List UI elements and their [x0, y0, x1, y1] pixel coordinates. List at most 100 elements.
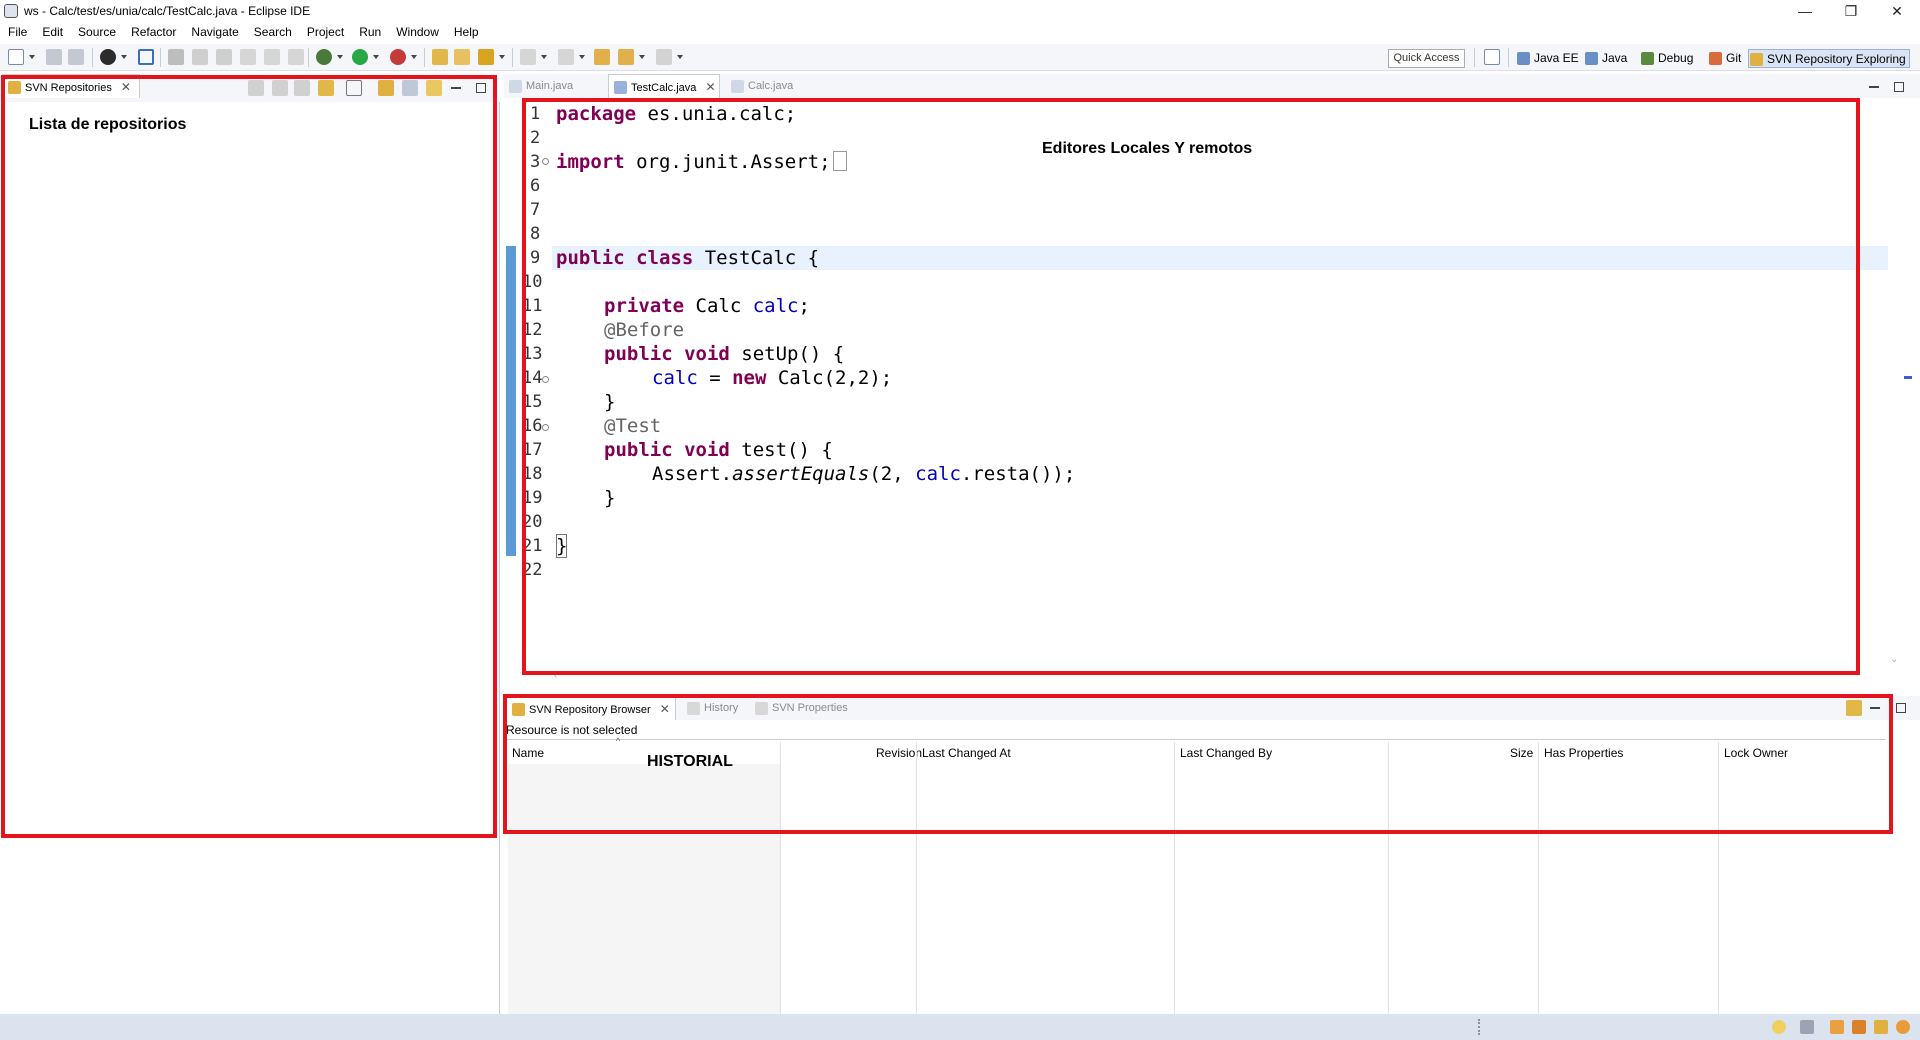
tab-svn-repository-browser[interactable]: SVN Repository Browser ✕: [506, 696, 676, 720]
menu-refactor[interactable]: Refactor: [123, 22, 183, 39]
prev-annotation-dropdown-icon[interactable]: [579, 55, 585, 59]
run-icon[interactable]: [352, 49, 368, 65]
menu-window[interactable]: Window: [388, 22, 446, 39]
save-icon[interactable]: [46, 49, 62, 65]
save-all-icon[interactable]: [68, 49, 84, 65]
maximize-view-icon[interactable]: [474, 81, 488, 95]
link-icon[interactable]: [216, 49, 232, 65]
run-dropdown-icon[interactable]: [373, 55, 379, 59]
column-has-properties[interactable]: Has Properties: [1544, 742, 1623, 764]
maximize-editor-icon[interactable]: [1892, 80, 1906, 94]
forward-dropdown-icon[interactable]: [677, 55, 683, 59]
code-line-13: public void setUp() {: [604, 343, 845, 365]
collapse-fold-icon[interactable]: [542, 424, 549, 431]
refresh-browser-icon[interactable]: [1846, 700, 1862, 716]
perspective-git[interactable]: Git: [1708, 49, 1741, 68]
perspective-debug[interactable]: Debug: [1640, 49, 1693, 68]
tip-icon[interactable]: [1772, 1020, 1786, 1034]
scroll-left-icon[interactable]: ‹: [554, 670, 557, 681]
menu-search[interactable]: Search: [246, 22, 299, 39]
new-icon[interactable]: [8, 49, 24, 65]
close-button[interactable]: ✕: [1874, 0, 1920, 22]
column-last-changed-at[interactable]: Last Changed At: [922, 742, 1011, 764]
annotation-icon[interactable]: [192, 49, 208, 65]
tasks-icon[interactable]: [1830, 1020, 1844, 1034]
minimize-button[interactable]: —: [1782, 0, 1828, 22]
updates-icon[interactable]: [1852, 1020, 1866, 1034]
toggle-mark-icon[interactable]: [168, 49, 184, 65]
code-line-21: }: [556, 534, 568, 558]
menu-file[interactable]: File: [0, 22, 34, 39]
external-tools-dropdown-icon[interactable]: [411, 55, 417, 59]
perspective-java[interactable]: Java: [1584, 49, 1627, 68]
restore-button[interactable]: ❐: [1828, 0, 1874, 22]
settings-icon[interactable]: [1896, 1020, 1910, 1034]
menu-navigate[interactable]: Navigate: [183, 22, 245, 39]
word-wrap-icon[interactable]: [240, 49, 256, 65]
open-type-icon[interactable]: [432, 49, 448, 65]
link-with-editor-icon[interactable]: [426, 80, 442, 96]
code-editor[interactable]: 1 2 3 6 7 8 9 10 11 12 13 14 15 16 17 18…: [504, 98, 1912, 688]
home-icon[interactable]: [248, 80, 264, 96]
collapse-all-icon[interactable]: [346, 80, 362, 96]
tab-testcalc-java[interactable]: TestCalc.java ✕: [608, 74, 720, 98]
line-number: 14: [522, 368, 543, 388]
column-name[interactable]: Name: [512, 742, 544, 764]
scroll-down-icon[interactable]: ⌄: [1890, 654, 1898, 665]
prev-annotation-icon[interactable]: [558, 49, 574, 65]
whitespace-icon[interactable]: [288, 49, 304, 65]
forward-nav-icon[interactable]: [294, 80, 310, 96]
quick-access-input[interactable]: Quick Access: [1388, 49, 1465, 68]
back-nav-icon[interactable]: [272, 80, 288, 96]
menu-edit[interactable]: Edit: [34, 22, 70, 39]
refresh-icon[interactable]: [318, 80, 334, 96]
debug-icon[interactable]: [316, 49, 332, 65]
menu-source[interactable]: Source: [70, 22, 123, 39]
notifications-icon[interactable]: [1874, 1020, 1888, 1034]
perspective-svn-repository-exploring[interactable]: SVN Repository Exploring: [1748, 49, 1910, 68]
column-last-changed-by[interactable]: Last Changed By: [1180, 742, 1272, 764]
expand-fold-icon[interactable]: [542, 158, 549, 165]
back-icon[interactable]: [618, 49, 634, 65]
tab-main-java[interactable]: Main.java: [504, 74, 622, 98]
close-tab-icon[interactable]: ✕: [660, 702, 670, 716]
tab-svn-repositories[interactable]: SVN Repositories ✕: [2, 74, 140, 98]
title-bar: ws - Calc/test/es/unia/calc/TestCalc.jav…: [0, 0, 1920, 22]
next-annotation-icon[interactable]: [520, 49, 536, 65]
progress-icon[interactable]: [1800, 1020, 1814, 1034]
maximize-browser-icon[interactable]: [1894, 701, 1908, 715]
perspective-java-ee[interactable]: Java EE: [1516, 49, 1579, 68]
menu-run[interactable]: Run: [351, 22, 388, 39]
minimize-editor-icon[interactable]: [1867, 80, 1881, 94]
column-lock-owner[interactable]: Lock Owner: [1724, 742, 1788, 764]
search-dropdown-icon[interactable]: [499, 55, 505, 59]
menu-help[interactable]: Help: [446, 22, 486, 39]
console-icon[interactable]: [138, 49, 154, 65]
show-browser-icon[interactable]: [402, 80, 418, 96]
block-select-icon[interactable]: [264, 49, 280, 65]
minimize-view-icon[interactable]: [449, 81, 463, 95]
java-file-icon: [731, 80, 744, 93]
close-tab-icon[interactable]: ✕: [121, 80, 131, 94]
column-size[interactable]: Size: [1510, 742, 1533, 764]
folded-imports-icon[interactable]: [832, 151, 847, 171]
new-repository-icon[interactable]: [378, 80, 394, 96]
back-dropdown-icon[interactable]: [639, 55, 645, 59]
forward-icon[interactable]: [656, 49, 672, 65]
external-tools-icon[interactable]: [390, 49, 406, 65]
search-tool-icon[interactable]: [478, 49, 494, 65]
svn-icon[interactable]: [100, 49, 116, 65]
open-task-icon[interactable]: [454, 49, 470, 65]
new-dropdown-icon[interactable]: [29, 55, 35, 59]
last-edit-icon[interactable]: [594, 49, 610, 65]
debug-dropdown-icon[interactable]: [337, 55, 343, 59]
next-annotation-dropdown-icon[interactable]: [541, 55, 547, 59]
minimize-browser-icon[interactable]: [1868, 701, 1882, 715]
menu-project[interactable]: Project: [299, 22, 351, 39]
collapse-fold-icon[interactable]: [542, 376, 549, 383]
svn-dropdown-icon[interactable]: [121, 55, 127, 59]
open-perspective-icon[interactable]: [1484, 49, 1500, 65]
tab-svn-properties[interactable]: SVN Properties: [750, 696, 882, 720]
close-tab-icon[interactable]: ✕: [705, 80, 715, 94]
tab-calc-java[interactable]: Calc.java: [726, 74, 838, 98]
